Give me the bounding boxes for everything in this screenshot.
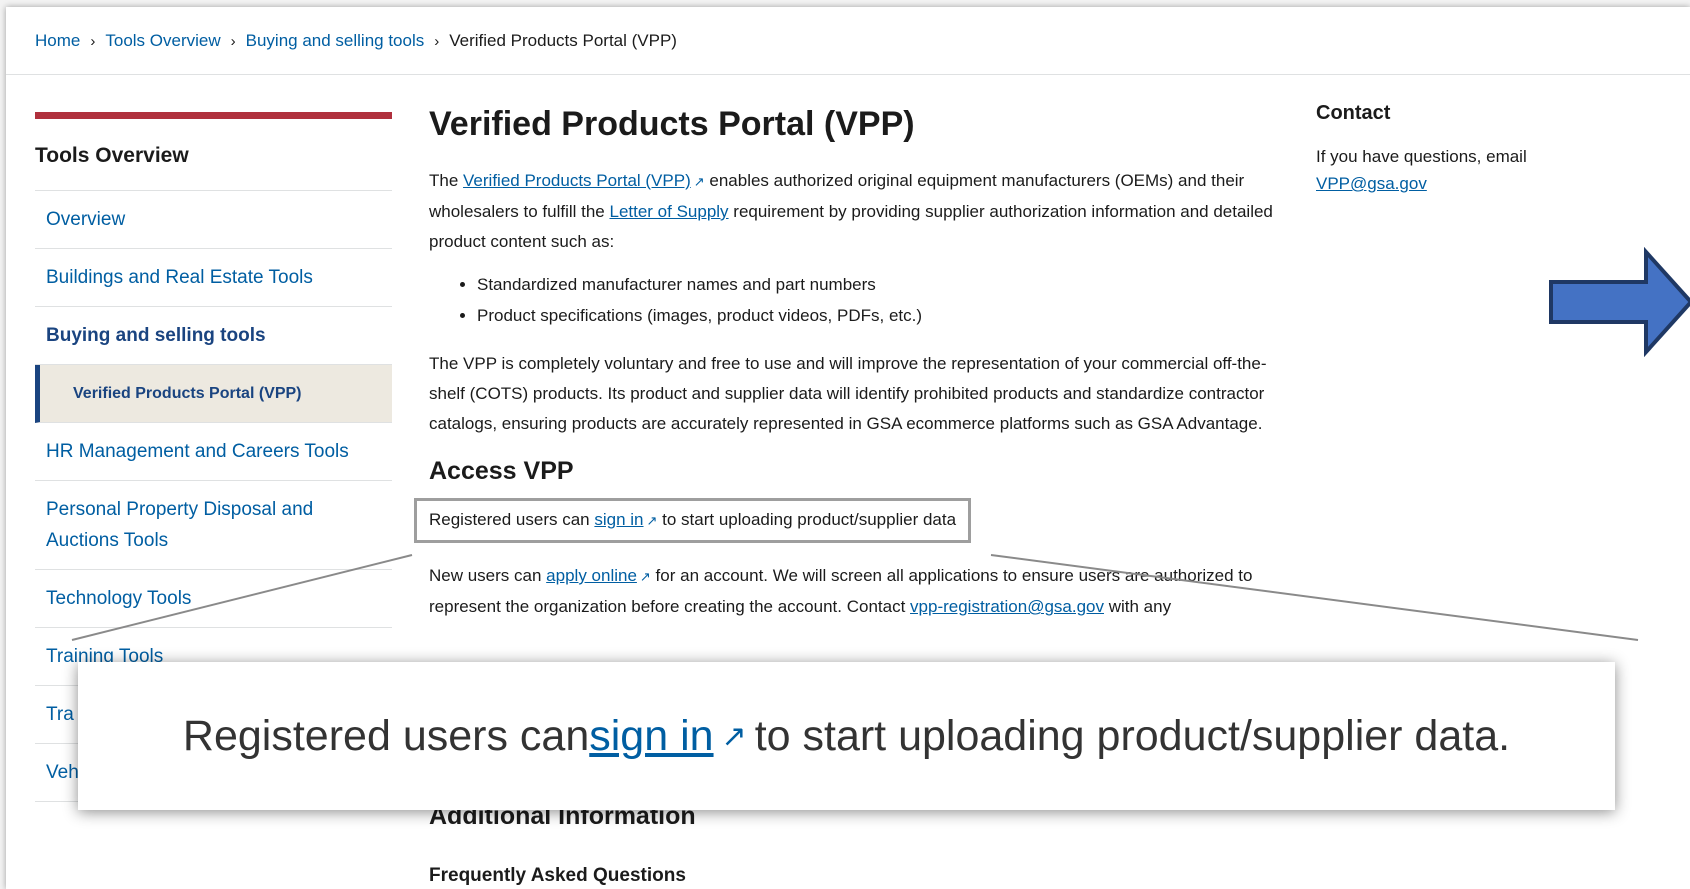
zoomed-callout: Registered users can sign in ↗ to start … xyxy=(78,662,1615,810)
sidebar-item-vpp[interactable]: Verified Products Portal (VPP) xyxy=(35,365,392,423)
right-arrow-icon xyxy=(1549,247,1690,357)
page-title: Verified Products Portal (VPP) xyxy=(429,105,915,143)
breadcrumb-tools-overview[interactable]: Tools Overview xyxy=(105,31,220,51)
registered-text: to start uploading product/supplier data xyxy=(657,510,957,529)
contact-text: If you have questions, email VPP@gsa.gov xyxy=(1316,143,1546,197)
callout-sign-in-link[interactable]: sign in xyxy=(589,712,713,761)
list-item: Product specifications (images, product … xyxy=(477,300,1289,331)
external-link-icon: ↗ xyxy=(639,569,651,584)
breadcrumb: Home › Tools Overview › Buying and selli… xyxy=(35,31,677,51)
sidebar-item-buildings[interactable]: Buildings and Real Estate Tools xyxy=(35,249,392,307)
sidebar-title: Tools Overview xyxy=(35,144,392,191)
faq-heading: Frequently Asked Questions xyxy=(429,865,686,886)
sidebar-accent-bar xyxy=(35,112,392,119)
new-users-text: New users can xyxy=(429,566,547,585)
main-content: Verified Products Portal (VPP) The Verif… xyxy=(414,102,1289,640)
contact-description: If you have questions, email xyxy=(1316,147,1527,166)
external-link-icon: ↗ xyxy=(693,174,705,189)
breadcrumb-separator: › xyxy=(434,32,440,50)
letter-of-supply-link[interactable]: Letter of Supply xyxy=(609,202,728,221)
breadcrumb-buying-selling[interactable]: Buying and selling tools xyxy=(246,31,425,51)
contact-title: Contact xyxy=(1316,102,1391,124)
sidebar-item-property-disposal[interactable]: Personal Property Disposal and Auctions … xyxy=(35,481,392,570)
intro-text: The xyxy=(429,171,464,190)
page: Home › Tools Overview › Buying and selli… xyxy=(6,7,1690,889)
sidebar-item-technology[interactable]: Technology Tools xyxy=(35,570,392,628)
new-users-text: with any xyxy=(1104,597,1172,616)
external-link-icon: ↗ xyxy=(721,719,747,753)
apply-online-link[interactable]: apply online xyxy=(546,566,637,585)
header-divider xyxy=(6,74,1690,75)
intro-paragraph: The Verified Products Portal (VPP) ↗ enab… xyxy=(429,166,1289,257)
voluntary-paragraph: The VPP is completely voluntary and free… xyxy=(429,354,1267,433)
breadcrumb-home[interactable]: Home xyxy=(35,31,80,51)
sidebar-item-buying-selling[interactable]: Buying and selling tools xyxy=(35,307,392,365)
access-vpp-heading: Access VPP xyxy=(429,457,574,485)
vpp-link[interactable]: Verified Products Portal (VPP) xyxy=(463,171,691,190)
sidebar-item-hr[interactable]: HR Management and Careers Tools xyxy=(35,423,392,481)
sidebar-item-overview[interactable]: Overview xyxy=(35,191,392,249)
sign-in-link[interactable]: sign in xyxy=(594,510,643,529)
callout-text: to start uploading product/supplier data… xyxy=(754,711,1511,760)
breadcrumb-separator: › xyxy=(230,32,236,50)
registered-users-highlight: Registered users can sign in ↗ to start u… xyxy=(414,498,972,543)
breadcrumb-current: Verified Products Portal (VPP) xyxy=(449,31,677,50)
callout-text: Registered users can xyxy=(182,711,590,760)
contact-email-link[interactable]: VPP@gsa.gov xyxy=(1316,174,1427,193)
product-content-list: Standardized manufacturer names and part… xyxy=(429,269,1289,331)
contact-box: Contact If you have questions, email VPP… xyxy=(1316,102,1546,197)
external-link-icon: ↗ xyxy=(646,513,658,528)
registered-text: Registered users can xyxy=(429,510,595,529)
registration-email-link[interactable]: vpp-registration@gsa.gov xyxy=(910,597,1104,616)
new-users-paragraph: New users can apply online ↗ for an accou… xyxy=(429,561,1289,622)
list-item: Standardized manufacturer names and part… xyxy=(477,269,1289,300)
breadcrumb-separator: › xyxy=(90,32,96,50)
